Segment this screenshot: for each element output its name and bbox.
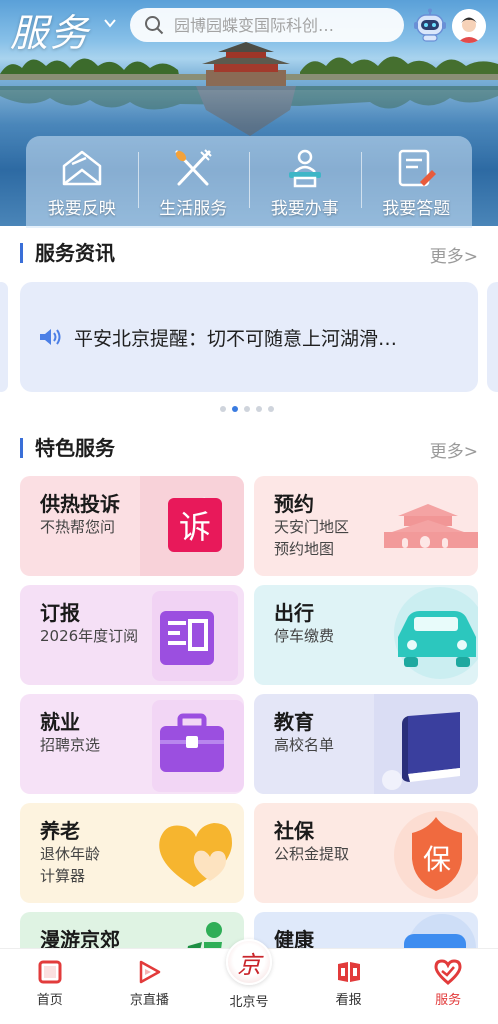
carousel-dot-active <box>232 406 238 412</box>
card-title: 供热投诉 <box>40 492 120 516</box>
card-subtitle: 退休年龄 计算器 <box>40 845 101 885</box>
carousel-peek-left <box>0 282 8 392</box>
complaint-icon-text: 诉 <box>179 508 211 546</box>
bottom-tab-bar: 首页 京直播 京 北京号 看报 服务 <box>0 939 498 1024</box>
featured-services-more-link[interactable]: 更多> <box>430 437 478 462</box>
car-icon <box>394 587 478 679</box>
quick-action-life-service[interactable]: 生活服务 <box>137 136 250 228</box>
tab-label: 京直播 <box>129 993 169 1008</box>
beijing-account-badge-icon: 京 <box>225 939 272 985</box>
palace-tower-image <box>202 42 290 86</box>
page-brand-title[interactable]: 服务 <box>10 2 90 57</box>
quick-action-label: 我要答题 <box>382 199 451 219</box>
service-card-social-security[interactable]: 保 社保 公积金提取 <box>254 803 478 903</box>
tab-label: 北京号 <box>229 995 269 1010</box>
news-card[interactable]: 平安北京提醒：切不可随意上河湖滑… <box>20 282 478 392</box>
card-subtitle: 天安门地区 预约地图 <box>274 518 350 558</box>
complaint-icon: 诉 诉 <box>140 476 244 576</box>
heart-services-icon <box>434 959 462 985</box>
carousel-dot <box>244 406 250 412</box>
search-input[interactable] <box>174 15 394 35</box>
quick-action-label: 我要办事 <box>270 199 339 219</box>
open-newspaper-icon <box>337 962 360 982</box>
book-icon <box>374 694 478 794</box>
service-news-title: 服务资讯 <box>20 243 115 263</box>
service-card-education[interactable]: 教育 高校名单 <box>254 694 478 794</box>
card-title: 教育 <box>274 710 314 734</box>
fork-knife-icon <box>175 149 212 186</box>
tab-label: 服务 <box>435 993 462 1008</box>
search-icon <box>145 16 164 35</box>
tab-live[interactable]: 京直播 <box>100 949 200 1024</box>
carousel-dot <box>220 406 226 412</box>
carousel-peek-right <box>487 282 498 392</box>
card-title: 养老 <box>40 819 80 843</box>
tab-beijing-account[interactable]: 京 北京号 <box>199 939 299 1024</box>
briefcase-icon <box>152 700 244 792</box>
quiz-pencil-icon <box>399 149 437 187</box>
chevron-down-icon[interactable] <box>103 16 117 30</box>
carousel-indicator <box>220 406 274 412</box>
quick-action-handle-affairs[interactable]: 我要办事 <box>249 136 361 228</box>
social-security-icon: 保 <box>394 811 478 899</box>
heart-icon <box>159 823 232 887</box>
tab-home[interactable]: 首页 <box>0 949 100 1024</box>
carousel-dot <box>256 406 262 412</box>
service-card-heating-complaint[interactable]: 诉 诉 供热投诉 不热帮您问 <box>20 476 244 576</box>
service-card-reservation[interactable]: 预约 天安门地区 预约地图 <box>254 476 478 576</box>
service-card-employment[interactable]: 就业 招聘京选 <box>20 694 244 794</box>
social-security-icon-text: 保 <box>423 843 451 876</box>
tab-label: 首页 <box>36 993 63 1008</box>
quick-action-label: 我要反映 <box>47 199 116 219</box>
service-person-icon <box>288 149 321 188</box>
tiananmen-icon <box>384 504 478 548</box>
card-subtitle: 2026年度订阅 <box>40 627 139 645</box>
card-title: 预约 <box>274 492 314 516</box>
tab-label: 看报 <box>335 993 362 1008</box>
card-title: 出行 <box>274 601 314 625</box>
ai-assistant-robot-icon[interactable] <box>412 8 448 44</box>
card-subtitle: 不热帮您问 <box>40 518 116 536</box>
user-avatar[interactable] <box>452 9 486 43</box>
card-subtitle: 停车缴费 <box>274 627 335 645</box>
service-card-pension[interactable]: 养老 退休年龄 计算器 <box>20 803 244 903</box>
tab-services[interactable]: 服务 <box>398 949 498 1024</box>
quick-actions-bar: 我要反映 生活服务 我要办事 我要答题 <box>26 136 472 228</box>
speaker-icon <box>40 329 61 345</box>
featured-services-title: 特色服务 <box>20 438 115 458</box>
card-subtitle: 高校名单 <box>274 736 335 754</box>
service-news-more-link[interactable]: 更多> <box>430 242 478 267</box>
service-card-travel[interactable]: 出行 停车缴费 <box>254 585 478 685</box>
quick-action-answer-quiz[interactable]: 我要答题 <box>360 136 473 228</box>
home-icon <box>38 960 62 984</box>
quick-action-report[interactable]: 我要反映 <box>26 136 138 228</box>
news-text: 平安北京提醒：切不可随意上河湖滑… <box>74 327 398 350</box>
user-avatar-icon <box>452 9 486 43</box>
card-title: 社保 <box>274 819 314 843</box>
carousel-dot <box>268 406 274 412</box>
quick-action-label: 生活服务 <box>159 199 228 219</box>
card-title: 就业 <box>40 710 80 734</box>
envelope-icon <box>62 150 101 186</box>
service-card-newspaper[interactable]: 订报 2026年度订阅 <box>20 585 244 685</box>
tab-newspaper[interactable]: 看报 <box>299 949 399 1024</box>
card-subtitle: 公积金提取 <box>274 845 350 863</box>
card-title: 订报 <box>40 601 80 625</box>
newspaper-icon <box>152 591 238 681</box>
search-bar[interactable] <box>130 8 404 42</box>
play-icon <box>140 960 161 984</box>
card-subtitle: 招聘京选 <box>40 736 101 754</box>
